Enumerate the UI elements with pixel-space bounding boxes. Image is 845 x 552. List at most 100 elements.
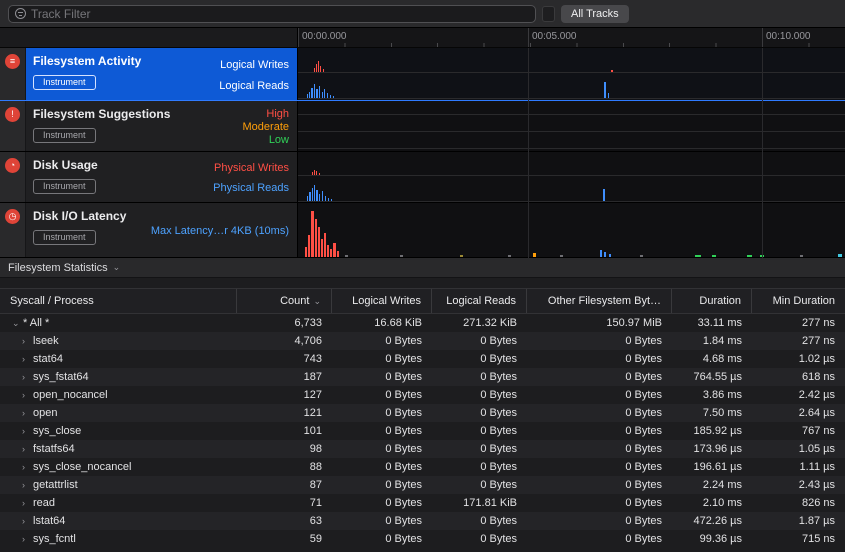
value-cell-duration: 33.11 ms (672, 317, 752, 329)
syscall-cell: ›stat64 (0, 353, 237, 365)
disk-io-latency-icon[interactable]: ◷ (5, 209, 20, 224)
track-row-filesystem-activity[interactable]: ≡Filesystem ActivityInstrumentLogical Wr… (0, 48, 845, 101)
track-graph-filesystem-suggestions[interactable] (298, 101, 845, 151)
value-cell-count: 63 (237, 515, 332, 527)
track-header-disk-usage[interactable]: Disk UsageInstrumentPhysical WritesPhysi… (26, 152, 298, 202)
value-cell-duration: 4.68 ms (672, 353, 752, 365)
all-tracks-button[interactable]: All Tracks (561, 5, 629, 23)
track-row-disk-usage[interactable]: ◔Disk UsageInstrumentPhysical WritesPhys… (0, 152, 845, 203)
track-row-disk-io-latency[interactable]: ◷ Disk I/O LatencyInstrumentMax Latency…r… (0, 203, 845, 258)
table-row[interactable]: ›lseek4,7060 Bytes0 Bytes0 Bytes1.84 ms2… (0, 332, 845, 350)
value-cell-count: 127 (237, 389, 332, 401)
disclosure-closed-icon[interactable]: › (22, 372, 33, 382)
table-row[interactable]: ›sys_close1010 Bytes0 Bytes0 Bytes185.92… (0, 422, 845, 440)
disclosure-closed-icon[interactable]: › (22, 534, 33, 544)
disclosure-open-icon[interactable]: ⌄ (12, 318, 23, 329)
table-row[interactable]: ›sys_fstat641870 Bytes0 Bytes0 Bytes764.… (0, 368, 845, 386)
value-cell-logical-writes: 0 Bytes (332, 425, 432, 437)
disk-usage-icon[interactable]: ◔ (5, 158, 20, 173)
track-gutter: ≡ (0, 48, 26, 100)
table-row[interactable]: ⌄* All *6,73316.68 KiB271.32 KiB150.97 M… (0, 314, 845, 332)
column-header-logical-writes[interactable]: Logical Writes (332, 289, 432, 313)
track-graph-filesystem-activity[interactable] (298, 48, 845, 100)
instrument-badge: Instrument (33, 75, 96, 90)
disclosure-closed-icon[interactable]: › (22, 336, 33, 346)
lane-label: Max Latency…r 4KB (10ms) (151, 225, 289, 237)
table-body: ⌄* All *6,73316.68 KiB271.32 KiB150.97 M… (0, 314, 845, 548)
detail-panel-header[interactable]: Filesystem Statistics ⌄ (0, 258, 845, 278)
track-header-filesystem-activity[interactable]: Filesystem ActivityInstrumentLogical Wri… (26, 48, 298, 100)
value-cell-count: 71 (237, 497, 332, 509)
track-filter-input[interactable] (31, 7, 529, 21)
value-cell-count: 88 (237, 461, 332, 473)
instrument-badge: Instrument (33, 179, 96, 194)
value-cell-logical-reads: 0 Bytes (432, 335, 527, 347)
track-header-disk-io-latency[interactable]: Disk I/O LatencyInstrumentMax Latency…r … (26, 203, 298, 257)
track-list: ≡Filesystem ActivityInstrumentLogical Wr… (0, 48, 845, 258)
syscall-name: sys_close (33, 425, 81, 437)
track-filter-field[interactable] (8, 5, 536, 23)
column-header-count[interactable]: Count⌄ (237, 289, 332, 313)
disclosure-closed-icon[interactable]: › (22, 354, 33, 364)
column-header-logical-reads[interactable]: Logical Reads (432, 289, 527, 313)
table-row[interactable]: ›stat647430 Bytes0 Bytes0 Bytes4.68 ms1.… (0, 350, 845, 368)
column-header-min-duration[interactable]: Min Duration (752, 289, 845, 313)
ruler-left-spacer (0, 28, 298, 47)
column-header-label: Logical Writes (352, 295, 421, 307)
filesystem-activity-icon[interactable]: ≡ (5, 54, 20, 69)
disclosure-closed-icon[interactable]: › (22, 480, 33, 490)
value-cell-duration: 472.26 µs (672, 515, 752, 527)
disclosure-closed-icon[interactable]: › (22, 444, 33, 454)
track-row-filesystem-suggestions[interactable]: !Filesystem SuggestionsInstrumentHighMod… (0, 101, 845, 152)
filter-options-button[interactable] (542, 6, 555, 22)
disclosure-closed-icon[interactable]: › (22, 426, 33, 436)
value-cell-min-duration: 2.42 µs (752, 389, 845, 401)
value-cell-logical-reads: 0 Bytes (432, 461, 527, 473)
value-cell-min-duration: 826 ns (752, 497, 845, 509)
value-cell-logical-writes: 0 Bytes (332, 515, 432, 527)
track-header-filesystem-suggestions[interactable]: Filesystem SuggestionsInstrumentHighMode… (26, 101, 298, 151)
table-row[interactable]: ›open1210 Bytes0 Bytes0 Bytes7.50 ms2.64… (0, 404, 845, 422)
disclosure-closed-icon[interactable]: › (22, 462, 33, 472)
table-row[interactable]: ›sys_fcntl590 Bytes0 Bytes0 Bytes99.36 µ… (0, 530, 845, 548)
track-title: Disk Usage (33, 158, 98, 172)
filesystem-suggestions-icon[interactable]: ! (5, 107, 20, 122)
track-graph-disk-usage[interactable] (298, 152, 845, 202)
table-row[interactable]: ›open_nocancel1270 Bytes0 Bytes0 Bytes3.… (0, 386, 845, 404)
value-cell-other-filesystem-byt: 0 Bytes (527, 425, 672, 437)
value-cell-count: 59 (237, 533, 332, 545)
value-cell-count: 187 (237, 371, 332, 383)
disclosure-closed-icon[interactable]: › (22, 498, 33, 508)
lane-label: High (266, 108, 289, 120)
column-header-syscall-process[interactable]: Syscall / Process (0, 289, 237, 313)
table-row[interactable]: ›getattrlist870 Bytes0 Bytes0 Bytes2.24 … (0, 476, 845, 494)
value-cell-other-filesystem-byt: 0 Bytes (527, 461, 672, 473)
column-header-other-filesystem-byt[interactable]: Other Filesystem Byt… (527, 289, 672, 313)
disclosure-closed-icon[interactable]: › (22, 408, 33, 418)
value-cell-duration: 764.55 µs (672, 371, 752, 383)
table-row[interactable]: ›lstat64630 Bytes0 Bytes0 Bytes472.26 µs… (0, 512, 845, 530)
value-cell-min-duration: 1.11 µs (752, 461, 845, 473)
track-title: Disk I/O Latency (33, 209, 126, 223)
value-cell-logical-reads: 171.81 KiB (432, 497, 527, 509)
timeline-tick-label: 00:00.000 (302, 31, 347, 42)
column-header-duration[interactable]: Duration (672, 289, 752, 313)
instrument-badge: Instrument (33, 128, 96, 143)
table-row[interactable]: ›read710 Bytes171.81 KiB0 Bytes2.10 ms82… (0, 494, 845, 512)
value-cell-duration: 2.24 ms (672, 479, 752, 491)
lane-label: Physical Reads (213, 182, 289, 194)
timeline-gridline (762, 28, 763, 47)
disclosure-closed-icon[interactable]: › (22, 390, 33, 400)
track-graph-disk-io-latency[interactable] (298, 203, 845, 257)
value-cell-other-filesystem-byt: 0 Bytes (527, 533, 672, 545)
value-cell-other-filesystem-byt: 0 Bytes (527, 353, 672, 365)
value-cell-other-filesystem-byt: 0 Bytes (527, 443, 672, 455)
track-title: Filesystem Activity (33, 54, 141, 68)
table-row[interactable]: ›fstatfs64980 Bytes0 Bytes0 Bytes173.96 … (0, 440, 845, 458)
disclosure-closed-icon[interactable]: › (22, 516, 33, 526)
timeline-ruler[interactable]: 00:00.00000:05.00000:10.000 (298, 28, 845, 47)
value-cell-logical-writes: 0 Bytes (332, 407, 432, 419)
track-title: Filesystem Suggestions (33, 107, 170, 121)
syscall-cell: ›sys_fstat64 (0, 371, 237, 383)
table-row[interactable]: ›sys_close_nocancel880 Bytes0 Bytes0 Byt… (0, 458, 845, 476)
